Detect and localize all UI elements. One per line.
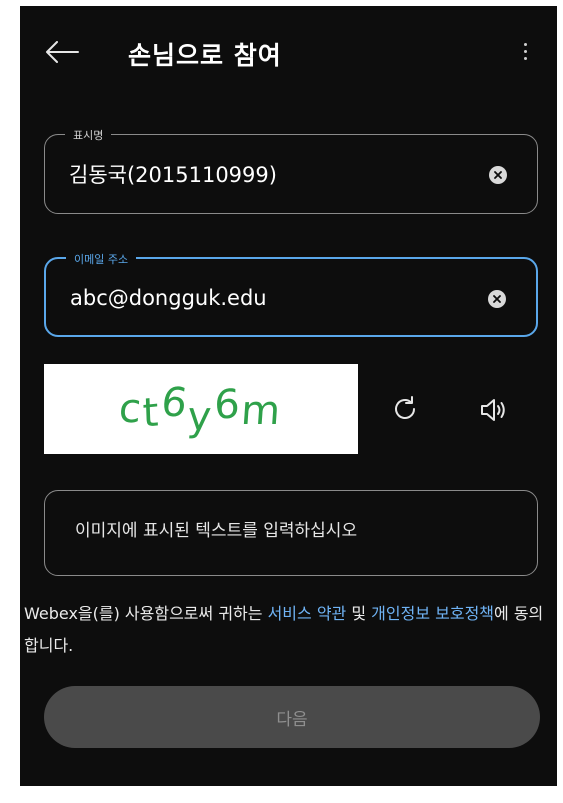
captcha-char: 6 bbox=[214, 381, 242, 429]
refresh-icon bbox=[395, 396, 415, 419]
page-title: 손님으로 참여 bbox=[128, 41, 282, 70]
close-icon bbox=[494, 171, 502, 179]
email-label: 이메일 주소 bbox=[66, 251, 137, 267]
display-name-field: 표시명 bbox=[44, 127, 538, 214]
captcha-image: ct6y6m bbox=[44, 364, 358, 454]
email-field: 이메일 주소 bbox=[44, 251, 538, 337]
terms-text: Webex을(를) 사용함으로써 귀하는 서비스 약관 및 개인정보 보호정책에… bbox=[24, 598, 554, 662]
refresh-captcha-button[interactable] bbox=[390, 394, 420, 424]
captcha-text: ct6y6m bbox=[117, 379, 285, 440]
captcha-char: t bbox=[142, 389, 162, 437]
more-vertical-icon bbox=[523, 42, 527, 46]
clear-display-name-button[interactable] bbox=[489, 166, 507, 184]
captcha-input[interactable] bbox=[75, 521, 505, 541]
display-name-input[interactable] bbox=[69, 162, 449, 186]
captcha-input-field bbox=[44, 490, 538, 576]
captcha-char: y bbox=[186, 394, 216, 440]
more-options-button[interactable] bbox=[515, 36, 535, 66]
service-terms-link[interactable]: 서비스 약관 bbox=[268, 604, 347, 623]
privacy-policy-link[interactable]: 개인정보 보호정책 bbox=[371, 604, 494, 623]
speaker-icon bbox=[481, 399, 505, 421]
display-name-label: 표시명 bbox=[65, 127, 112, 143]
back-button[interactable] bbox=[42, 34, 82, 70]
terms-middle: 및 bbox=[346, 604, 372, 623]
email-input[interactable] bbox=[70, 286, 450, 310]
arrow-left-icon bbox=[46, 41, 79, 63]
guest-join-screen: 손님으로 참여 표시명 이메일 주소 ct6y6m bbox=[20, 6, 557, 786]
next-button[interactable]: 다음 bbox=[44, 686, 540, 748]
captcha-char: c bbox=[117, 386, 145, 432]
audio-captcha-button[interactable] bbox=[478, 395, 508, 425]
header: 손님으로 참여 bbox=[20, 6, 557, 96]
captcha-char: m bbox=[239, 388, 285, 434]
close-icon bbox=[493, 295, 501, 303]
terms-prefix: Webex을(를) 사용함으로써 귀하는 bbox=[24, 604, 268, 623]
clear-email-button[interactable] bbox=[488, 290, 506, 308]
